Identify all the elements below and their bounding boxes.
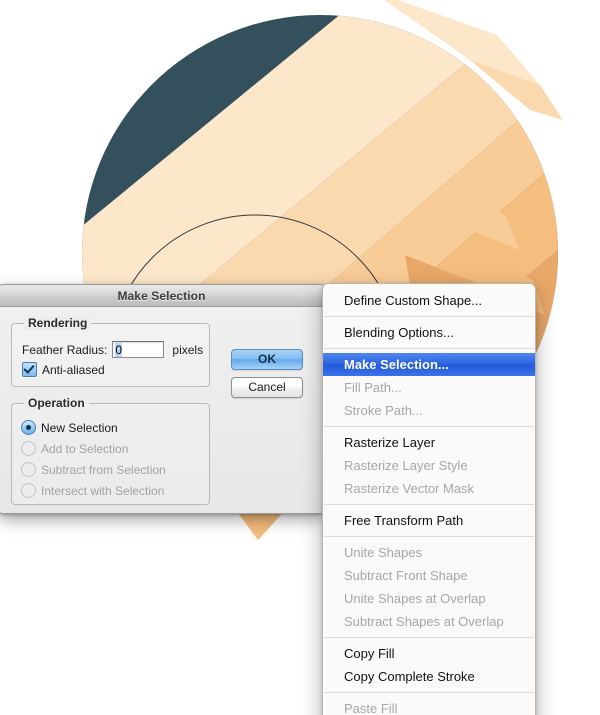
menu-item-stroke-path: Stroke Path... — [344, 403, 423, 418]
radio-subtract-from-selection-label: Subtract from Selection — [41, 462, 166, 477]
menu-separator — [324, 536, 534, 537]
menu-item-copy-fill[interactable]: Copy Fill — [323, 642, 535, 665]
menu-separator — [324, 348, 534, 349]
radio-add-to-selection-indicator — [21, 441, 36, 456]
radio-add-to-selection-label: Add to Selection — [41, 441, 129, 456]
feather-radius-value: 0 — [115, 343, 123, 357]
radio-new-selection-indicator[interactable] — [21, 420, 36, 435]
menu-separator — [324, 426, 534, 427]
feather-radius-label: Feather Radius: — [22, 342, 108, 357]
radio-intersect-with-selection-indicator — [21, 483, 36, 498]
radio-subtract-from-selection-indicator — [21, 462, 36, 477]
menu-item-make-selection[interactable]: Make Selection... — [323, 353, 535, 376]
dialog-titlebar[interactable]: Make Selection — [0, 285, 324, 307]
dialog-body: Rendering Feather Radius: 0 pixels Anti-… — [0, 307, 324, 513]
menu-item-free-transform-path[interactable]: Free Transform Path — [323, 509, 535, 532]
menu-item-rasterize-layer-style: Rasterize Layer Style — [344, 458, 468, 473]
radio-intersect-with-selection-label: Intersect with Selection — [41, 483, 165, 498]
feather-radius-row: Feather Radius: 0 pixels — [22, 341, 203, 358]
menu-separator — [324, 504, 534, 505]
screenshot-root: Make Selection Rendering Feather Radius:… — [0, 0, 600, 715]
radio-new-selection[interactable]: New Selection — [21, 420, 118, 435]
operation-group: Operation New Selection Add to Selection… — [11, 396, 210, 505]
anti-aliased-checkbox[interactable] — [22, 362, 37, 377]
dialog-title: Make Selection — [117, 288, 206, 303]
menu-item-blending-options[interactable]: Blending Options... — [323, 321, 535, 344]
feather-radius-unit: pixels — [172, 342, 204, 357]
radio-intersect-with-selection: Intersect with Selection — [21, 483, 164, 498]
rendering-group: Rendering Feather Radius: 0 pixels Anti-… — [11, 316, 210, 387]
cancel-button[interactable]: Cancel — [231, 377, 303, 398]
menu-item-unite-shapes-at-overlap: Unite Shapes at Overlap — [344, 591, 486, 606]
path-context-menu[interactable]: Define Custom Shape... Blending Options..… — [322, 283, 536, 715]
operation-group-legend: Operation — [24, 396, 89, 410]
menu-item-fill-path: Fill Path... — [344, 380, 402, 395]
menu-item-subtract-front-shape: Subtract Front Shape — [344, 568, 468, 583]
radio-new-selection-label: New Selection — [41, 420, 118, 435]
feather-radius-input[interactable]: 0 — [112, 341, 165, 358]
rendering-group-legend: Rendering — [24, 316, 92, 330]
menu-separator — [324, 637, 534, 638]
menu-item-subtract-shapes-at-overlap: Subtract Shapes at Overlap — [344, 614, 504, 629]
anti-aliased-label: Anti-aliased — [42, 362, 105, 377]
menu-item-paste-fill: Paste Fill — [344, 701, 398, 715]
menu-item-unite-shapes: Unite Shapes — [344, 545, 423, 560]
menu-item-copy-complete-stroke[interactable]: Copy Complete Stroke — [323, 665, 535, 688]
menu-separator — [324, 692, 534, 693]
make-selection-dialog: Make Selection Rendering Feather Radius:… — [0, 284, 325, 514]
radio-subtract-from-selection: Subtract from Selection — [21, 462, 166, 477]
menu-item-define-custom-shape[interactable]: Define Custom Shape... — [323, 289, 535, 312]
menu-separator — [324, 316, 534, 317]
ok-button[interactable]: OK — [231, 349, 303, 370]
menu-item-rasterize-vector-mask: Rasterize Vector Mask — [344, 481, 475, 496]
menu-item-rasterize-layer[interactable]: Rasterize Layer — [323, 431, 535, 454]
anti-aliased-row[interactable]: Anti-aliased — [22, 362, 105, 377]
radio-add-to-selection: Add to Selection — [21, 441, 128, 456]
